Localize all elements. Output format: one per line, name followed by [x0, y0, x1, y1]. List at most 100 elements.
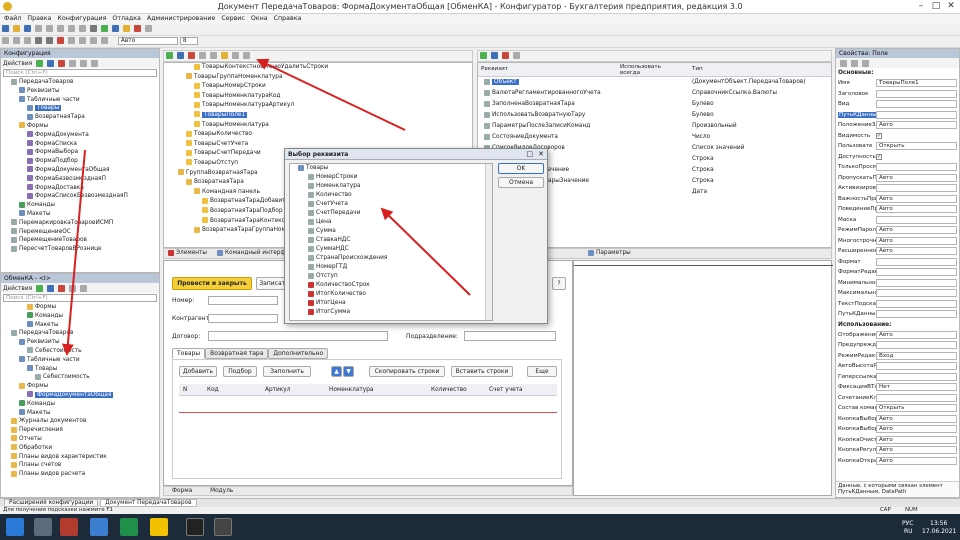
- redo-icon[interactable]: [79, 25, 86, 32]
- property-value[interactable]: Вход: [876, 351, 957, 360]
- tab-additional[interactable]: Дополнительно: [268, 348, 329, 359]
- start-icon[interactable]: [6, 518, 24, 536]
- config-tree-item[interactable]: ФормаСписокБезвозмезднаяП: [3, 192, 159, 201]
- attribute-row[interactable]: ЗаполненаВозвратнаяТара Булево: [478, 99, 831, 110]
- menu-item[interactable]: Конфигурация: [57, 14, 106, 24]
- exchange-tree-item[interactable]: Отчеты: [3, 435, 159, 444]
- delete-icon[interactable]: [58, 285, 66, 292]
- dialog-attribute-item[interactable]: СтранаПроисхождения: [290, 254, 492, 263]
- form-element-item[interactable]: ТоварыНоменклатура: [164, 121, 472, 131]
- exchange-tree-item[interactable]: Обработки: [3, 444, 159, 453]
- form-element-item[interactable]: ТоварыГруппаНоменклатура: [164, 73, 472, 83]
- config-tree-item[interactable]: ФормаДокумента: [3, 131, 159, 140]
- open-icon[interactable]: [13, 25, 20, 32]
- sort-alpha-icon[interactable]: [840, 60, 847, 67]
- close-button[interactable]: ✕: [944, 1, 958, 12]
- menu-item[interactable]: Правка: [27, 14, 51, 24]
- help-icon[interactable]: [145, 25, 152, 32]
- selection-button[interactable]: Подбор: [223, 366, 257, 377]
- form-element-item[interactable]: ТоварыНоменклатураАртикул: [164, 101, 472, 111]
- move-down-icon[interactable]: [210, 52, 217, 59]
- dialog-attribute-item[interactable]: ИтогЦена: [290, 299, 492, 308]
- dialog-attribute-item[interactable]: Номенклатура: [290, 182, 492, 191]
- run-icon[interactable]: [101, 25, 108, 32]
- tab-goods[interactable]: Товары: [172, 348, 206, 359]
- property-value[interactable]: [876, 268, 957, 276]
- filter-icon[interactable]: [862, 60, 869, 67]
- property-value[interactable]: [876, 89, 957, 98]
- font-select[interactable]: Авто: [117, 36, 178, 45]
- edit-icon[interactable]: [47, 60, 55, 67]
- move-down-icon[interactable]: [80, 60, 88, 67]
- exchange-tree-item[interactable]: Журналы документов: [3, 417, 159, 426]
- property-value[interactable]: Открыть: [876, 142, 957, 150]
- property-value[interactable]: [876, 110, 957, 119]
- exchange-tree-item[interactable]: Команды: [3, 312, 159, 321]
- property-value[interactable]: Авто: [876, 173, 957, 182]
- paste-rows-button[interactable]: Вставить строки: [451, 366, 513, 377]
- col-quantity[interactable]: Количество: [431, 384, 467, 396]
- tab-parameters[interactable]: Параметры: [596, 250, 631, 256]
- dialog-attribute-item[interactable]: НомерСтроки: [290, 173, 492, 182]
- form-element-item[interactable]: ТоварыПоле1: [164, 111, 472, 121]
- new-icon[interactable]: [2, 25, 9, 32]
- move-up-icon[interactable]: [69, 60, 77, 67]
- counterparty-field[interactable]: [208, 314, 278, 323]
- config-tree-item[interactable]: Табличные части: [3, 96, 159, 105]
- property-value[interactable]: Авто: [876, 414, 957, 423]
- list-icon[interactable]: [90, 37, 97, 44]
- property-checkbox[interactable]: ✓: [876, 132, 882, 139]
- exchange-tree-item[interactable]: Формы: [3, 303, 159, 312]
- save-icon[interactable]: [24, 25, 31, 32]
- config-tree-item[interactable]: ФормаСписка: [3, 140, 159, 149]
- delete-element-icon[interactable]: [188, 52, 195, 59]
- font-color-icon[interactable]: [57, 37, 64, 44]
- property-value[interactable]: Авто: [876, 226, 957, 234]
- exchange-tree-item[interactable]: Перечисления: [3, 426, 159, 435]
- app-blue-icon[interactable]: [90, 518, 108, 536]
- exchange-tree-item[interactable]: Планы счетов: [3, 461, 159, 470]
- add-row-button[interactable]: Добавить: [179, 366, 217, 377]
- exchange-actions-menu[interactable]: Действия: [3, 286, 32, 292]
- add-icon[interactable]: [36, 60, 44, 67]
- clock-date[interactable]: 17.06.2021: [922, 528, 956, 535]
- tab-elements[interactable]: Элементы: [176, 250, 207, 256]
- department-field[interactable]: [464, 331, 556, 341]
- add-icon[interactable]: [36, 285, 44, 292]
- move-down-row-icon[interactable]: ▼: [343, 366, 354, 377]
- dialog-attribute-item[interactable]: Отступ: [290, 272, 492, 281]
- property-value[interactable]: Авто: [876, 236, 957, 245]
- grid-icon[interactable]: [101, 37, 108, 44]
- explorer-icon[interactable]: [34, 518, 52, 536]
- exchange-tree-item[interactable]: ПередачаТоваров: [3, 329, 159, 338]
- add-group-icon[interactable]: [177, 52, 184, 59]
- property-value[interactable]: [876, 278, 957, 287]
- properties-icon[interactable]: [221, 52, 228, 59]
- attribute-row[interactable]: ПараметрыПослеЗаписиКоманд Произвольный: [478, 121, 831, 132]
- dialog-attribute-item[interactable]: Товары: [290, 164, 492, 173]
- form-element-item[interactable]: ТоварыНоменклатураКод: [164, 92, 472, 102]
- dialog-maximize-icon[interactable]: □: [526, 150, 533, 158]
- property-checkbox[interactable]: ✓: [876, 153, 882, 160]
- property-value[interactable]: Авто: [876, 194, 957, 203]
- config-tree-item[interactable]: Товары: [3, 104, 159, 113]
- property-value[interactable]: Открыть: [876, 404, 957, 412]
- property-value[interactable]: [876, 341, 957, 349]
- window-tab-extensions[interactable]: Расширения конфигурации: [4, 499, 99, 507]
- config-tree-item[interactable]: Реквизиты: [3, 87, 159, 96]
- excel-icon[interactable]: [120, 518, 138, 536]
- dialog-attribute-item[interactable]: СчетПередачи: [290, 209, 492, 218]
- paste-icon[interactable]: [57, 25, 64, 32]
- config-tree-item[interactable]: ФормаДокументаОбщая: [3, 166, 159, 175]
- dialog-attribute-item[interactable]: СчетУчета: [290, 200, 492, 209]
- config-tree-item[interactable]: ПередачаТоваров: [3, 78, 159, 87]
- tab-module[interactable]: Модуль: [210, 488, 233, 494]
- dialog-attribute-item[interactable]: Цена: [290, 218, 492, 227]
- dialog-attribute-item[interactable]: СуммаНДС: [290, 245, 492, 254]
- edit-icon[interactable]: [47, 285, 55, 292]
- sort-icon[interactable]: [91, 60, 99, 67]
- property-value[interactable]: Авто: [876, 121, 957, 129]
- move-down-icon[interactable]: [80, 285, 88, 292]
- fill-button[interactable]: Заполнить: [263, 366, 311, 377]
- find-icon[interactable]: [513, 52, 520, 59]
